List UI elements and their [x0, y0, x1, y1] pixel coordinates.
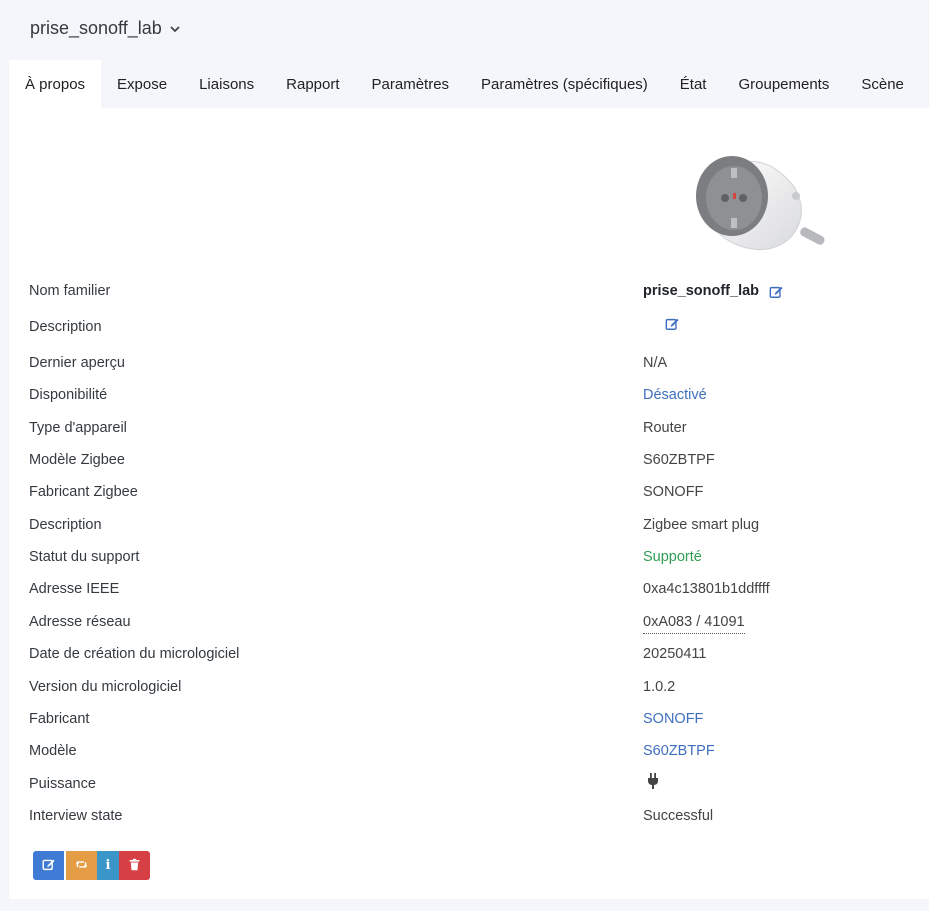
value-manufacturer-link[interactable]: SONOFF	[643, 708, 703, 730]
row-device-type: Type d'appareil Router	[9, 417, 929, 439]
friendly-name-text: prise_sonoff_lab	[643, 283, 760, 299]
value-network-address: 0xA083 / 41091	[643, 611, 745, 634]
plug-icon	[647, 773, 659, 789]
row-manufacturer: Fabricant SONOFF	[9, 708, 929, 730]
tab-state[interactable]: État	[664, 60, 723, 108]
label-model-description: Description	[29, 517, 102, 533]
label-availability: Disponibilité	[29, 387, 108, 403]
row-ieee-address: Adresse IEEE 0xa4c13801b1ddffff	[9, 578, 929, 600]
tab-about[interactable]: À propos	[9, 60, 102, 108]
value-model-link[interactable]: S60ZBTPF	[643, 740, 715, 762]
row-network-address: Adresse réseau 0xA083 / 41091	[9, 611, 929, 634]
device-title: prise_sonoff_lab	[30, 18, 162, 38]
row-power-source: Puissance	[9, 773, 929, 795]
row-model-description: Description Zigbee smart plug	[9, 514, 929, 536]
edit-icon[interactable]	[665, 316, 679, 330]
value-availability[interactable]: Désactivé	[643, 384, 707, 406]
tab-expose[interactable]: Expose	[101, 60, 183, 108]
value-zigbee-model: S60ZBTPF	[643, 452, 715, 468]
tab-bar: À propos Expose Liaisons Rapport Paramèt…	[9, 60, 929, 108]
row-zigbee-manufacturer: Fabricant Zigbee SONOFF	[9, 481, 929, 503]
device-selector[interactable]: prise_sonoff_lab	[30, 18, 180, 39]
tab-settings[interactable]: Paramètres	[356, 60, 466, 108]
network-address-text: 0xA083 / 41091	[643, 611, 745, 634]
tab-reporting[interactable]: Rapport	[270, 60, 355, 108]
row-last-seen: Dernier aperçu N/A	[9, 352, 929, 374]
label-description: Description	[29, 319, 102, 335]
value-ieee-address: 0xa4c13801b1ddffff	[643, 581, 770, 597]
row-firmware-version: Version du micrologiciel 1.0.2	[9, 676, 929, 698]
row-support-status: Statut du support Supporté	[9, 546, 929, 568]
value-zigbee-manufacturer: SONOFF	[643, 484, 704, 500]
value-firmware-version: 1.0.2	[643, 679, 676, 695]
label-ieee-address: Adresse IEEE	[29, 581, 120, 597]
device-actions: i	[33, 851, 150, 880]
label-last-seen: Dernier aperçu	[29, 355, 125, 371]
value-description	[655, 316, 679, 330]
label-firmware-date: Date de création du micrologiciel	[29, 646, 240, 662]
label-zigbee-manufacturer: Fabricant Zigbee	[29, 484, 138, 500]
device-image	[685, 138, 831, 262]
chevron-down-icon	[170, 24, 180, 36]
row-interview-state: Interview state Successful	[9, 805, 929, 827]
row-model: Modèle S60ZBTPF	[9, 740, 929, 762]
edit-icon[interactable]	[769, 284, 783, 298]
delete-button[interactable]	[119, 851, 150, 880]
info-button[interactable]: i	[97, 851, 119, 880]
value-friendly-name: prise_sonoff_lab	[643, 280, 783, 302]
edit-icon	[42, 858, 55, 874]
label-interview-state: Interview state	[29, 808, 123, 824]
label-zigbee-model: Modèle Zigbee	[29, 452, 125, 468]
label-manufacturer: Fabricant	[29, 711, 90, 727]
retweet-icon	[75, 858, 88, 874]
value-device-type: Router	[643, 420, 687, 436]
row-availability: Disponibilité Désactivé	[9, 384, 929, 406]
row-firmware-date: Date de création du micrologiciel 202504…	[9, 643, 929, 665]
rename-button[interactable]	[33, 851, 64, 880]
row-friendly-name: Nom familier prise_sonoff_lab	[9, 280, 929, 302]
label-device-type: Type d'appareil	[29, 420, 127, 436]
tab-settings-specific[interactable]: Paramètres (spécifiques)	[465, 60, 664, 108]
value-interview-state: Successful	[643, 808, 714, 824]
label-firmware-version: Version du micrologiciel	[29, 679, 182, 695]
label-model: Modèle	[29, 743, 77, 759]
label-power-source: Puissance	[29, 776, 96, 792]
value-model-description: Zigbee smart plug	[643, 517, 760, 533]
value-support-status: Supporté	[643, 549, 702, 565]
tab-groups[interactable]: Groupements	[722, 60, 845, 108]
tab-scene[interactable]: Scène	[845, 60, 920, 108]
label-network-address: Adresse réseau	[29, 614, 131, 630]
label-support-status: Statut du support	[29, 549, 140, 565]
row-zigbee-model: Modèle Zigbee S60ZBTPF	[9, 449, 929, 471]
trash-icon	[128, 858, 141, 874]
label-friendly-name: Nom familier	[29, 283, 111, 299]
row-description: Description	[9, 316, 929, 338]
tab-bindings[interactable]: Liaisons	[183, 60, 270, 108]
about-panel: Nom familier prise_sonoff_lab Descriptio…	[9, 108, 929, 899]
reconfigure-button[interactable]	[66, 851, 97, 880]
value-firmware-date: 20250411	[643, 646, 707, 662]
value-last-seen: N/A	[643, 355, 668, 371]
